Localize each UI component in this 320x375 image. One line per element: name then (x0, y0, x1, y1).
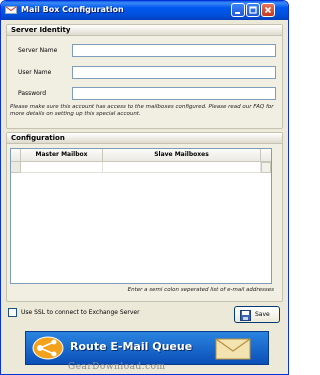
close-button[interactable] (261, 3, 275, 17)
envelope-icon (215, 338, 251, 360)
grid-header-row: Master Mailbox Slave Mailboxes (11, 149, 271, 162)
use-ssl-label[interactable]: Use SSL to connect to Exchange Server (21, 309, 140, 317)
maximize-button[interactable] (246, 3, 260, 17)
master-mailbox-cell[interactable] (21, 162, 103, 173)
banner-title: Route E-Mail Queue (70, 340, 193, 353)
window-title: Mail Box Configuration (21, 5, 124, 14)
slave-mailboxes-cell[interactable] (103, 162, 261, 173)
close-icon (264, 6, 272, 14)
mail-box-configuration-window: Mail Box Configuration Server Identity S… (0, 0, 289, 375)
grid-corner-cell (11, 149, 21, 161)
route-queue-logo-icon (32, 336, 64, 360)
password-input[interactable] (72, 87, 276, 100)
password-label: Password (18, 90, 47, 97)
use-ssl-checkbox[interactable] (8, 308, 17, 317)
minimize-button[interactable] (231, 3, 245, 17)
minimize-icon (235, 12, 240, 14)
user-name-label: User Name (18, 69, 52, 76)
column-header-master-mailbox[interactable]: Master Mailbox (21, 149, 103, 161)
new-row-selector[interactable] (11, 162, 21, 173)
watermark: GearDownload.com (68, 362, 166, 372)
server-name-label: Server Name (18, 47, 58, 54)
user-name-input[interactable] (72, 66, 276, 79)
route-email-queue-banner: Route E-Mail Queue (25, 331, 269, 365)
mailbox-grid[interactable]: Master Mailbox Slave Mailboxes (10, 148, 272, 284)
server-identity-group: Server Identity Server Name User Name Pa… (6, 24, 283, 129)
account-access-note: Please make sure this account has access… (10, 104, 274, 117)
server-identity-header: Server Identity (7, 25, 282, 36)
save-button[interactable]: Save (234, 306, 280, 323)
slave-mailboxes-edit-button[interactable] (261, 162, 271, 173)
envelope-app-icon (5, 6, 17, 14)
maximize-icon (249, 6, 257, 14)
save-label: Save (255, 311, 270, 318)
title-bar[interactable]: Mail Box Configuration (1, 1, 288, 20)
configuration-header: Configuration (7, 133, 282, 144)
server-name-input[interactable] (72, 44, 276, 57)
floppy-disk-icon (240, 310, 251, 321)
column-header-slave-mailboxes[interactable]: Slave Mailboxes (103, 149, 261, 161)
email-list-hint: Enter a semi colon seperated list of e-m… (127, 287, 274, 293)
